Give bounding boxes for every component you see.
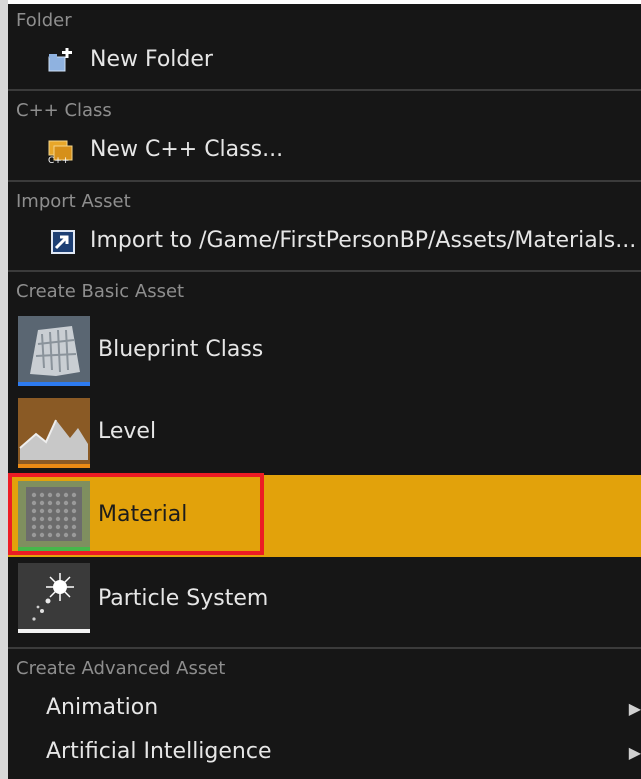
menu-item-animation[interactable]: Animation ▶ — [8, 692, 641, 726]
window-background-strip — [0, 0, 8, 779]
separator — [8, 647, 641, 649]
animation-label: Animation — [46, 695, 159, 720]
particle-system-label: Particle System — [98, 586, 269, 611]
new-folder-icon — [48, 48, 72, 72]
menu-item-new-folder[interactable]: New Folder — [8, 44, 641, 78]
new-cpp-class-label: New C++ Class... — [90, 137, 284, 162]
section-header-create-advanced-asset: Create Advanced Asset — [16, 658, 226, 679]
menu-item-blueprint-class[interactable]: Blueprint Class — [8, 312, 641, 392]
level-label: Level — [98, 419, 157, 444]
menu-item-particle-system[interactable]: Particle System — [8, 559, 641, 641]
new-folder-label: New Folder — [90, 47, 213, 72]
submenu-arrow-icon: ▶ — [628, 743, 641, 762]
cpp-class-icon: C++ — [48, 140, 73, 164]
section-header-cpp-class: C++ Class — [16, 100, 112, 121]
section-header-import-asset: Import Asset — [16, 191, 131, 212]
content-browser-add-menu: Folder New Folder C++ Class C++ New C++ … — [8, 4, 641, 779]
artificial-intelligence-label: Artificial Intelligence — [46, 739, 272, 764]
menu-item-import-to[interactable]: Import to /Game/FirstPersonBP/Assets/Mat… — [8, 225, 641, 259]
import-to-label: Import to /Game/FirstPersonBP/Assets/Mat… — [90, 228, 637, 253]
menu-item-artificial-intelligence[interactable]: Artificial Intelligence ▶ — [8, 736, 641, 770]
particle-system-icon — [18, 563, 90, 633]
separator — [8, 89, 641, 91]
menu-item-new-cpp-class[interactable]: C++ New C++ Class... — [8, 134, 641, 168]
blueprint-class-label: Blueprint Class — [98, 337, 264, 362]
level-icon — [18, 398, 90, 468]
section-header-folder: Folder — [16, 10, 72, 31]
separator — [8, 180, 641, 182]
blueprint-class-icon — [18, 316, 90, 386]
separator — [8, 270, 641, 272]
menu-item-level[interactable]: Level — [8, 394, 641, 474]
submenu-arrow-icon: ▶ — [628, 699, 641, 718]
section-header-create-basic-asset: Create Basic Asset — [16, 281, 185, 302]
import-icon — [51, 230, 75, 254]
annotation-highlight-box — [8, 473, 264, 555]
svg-text:C++: C++ — [48, 156, 69, 164]
